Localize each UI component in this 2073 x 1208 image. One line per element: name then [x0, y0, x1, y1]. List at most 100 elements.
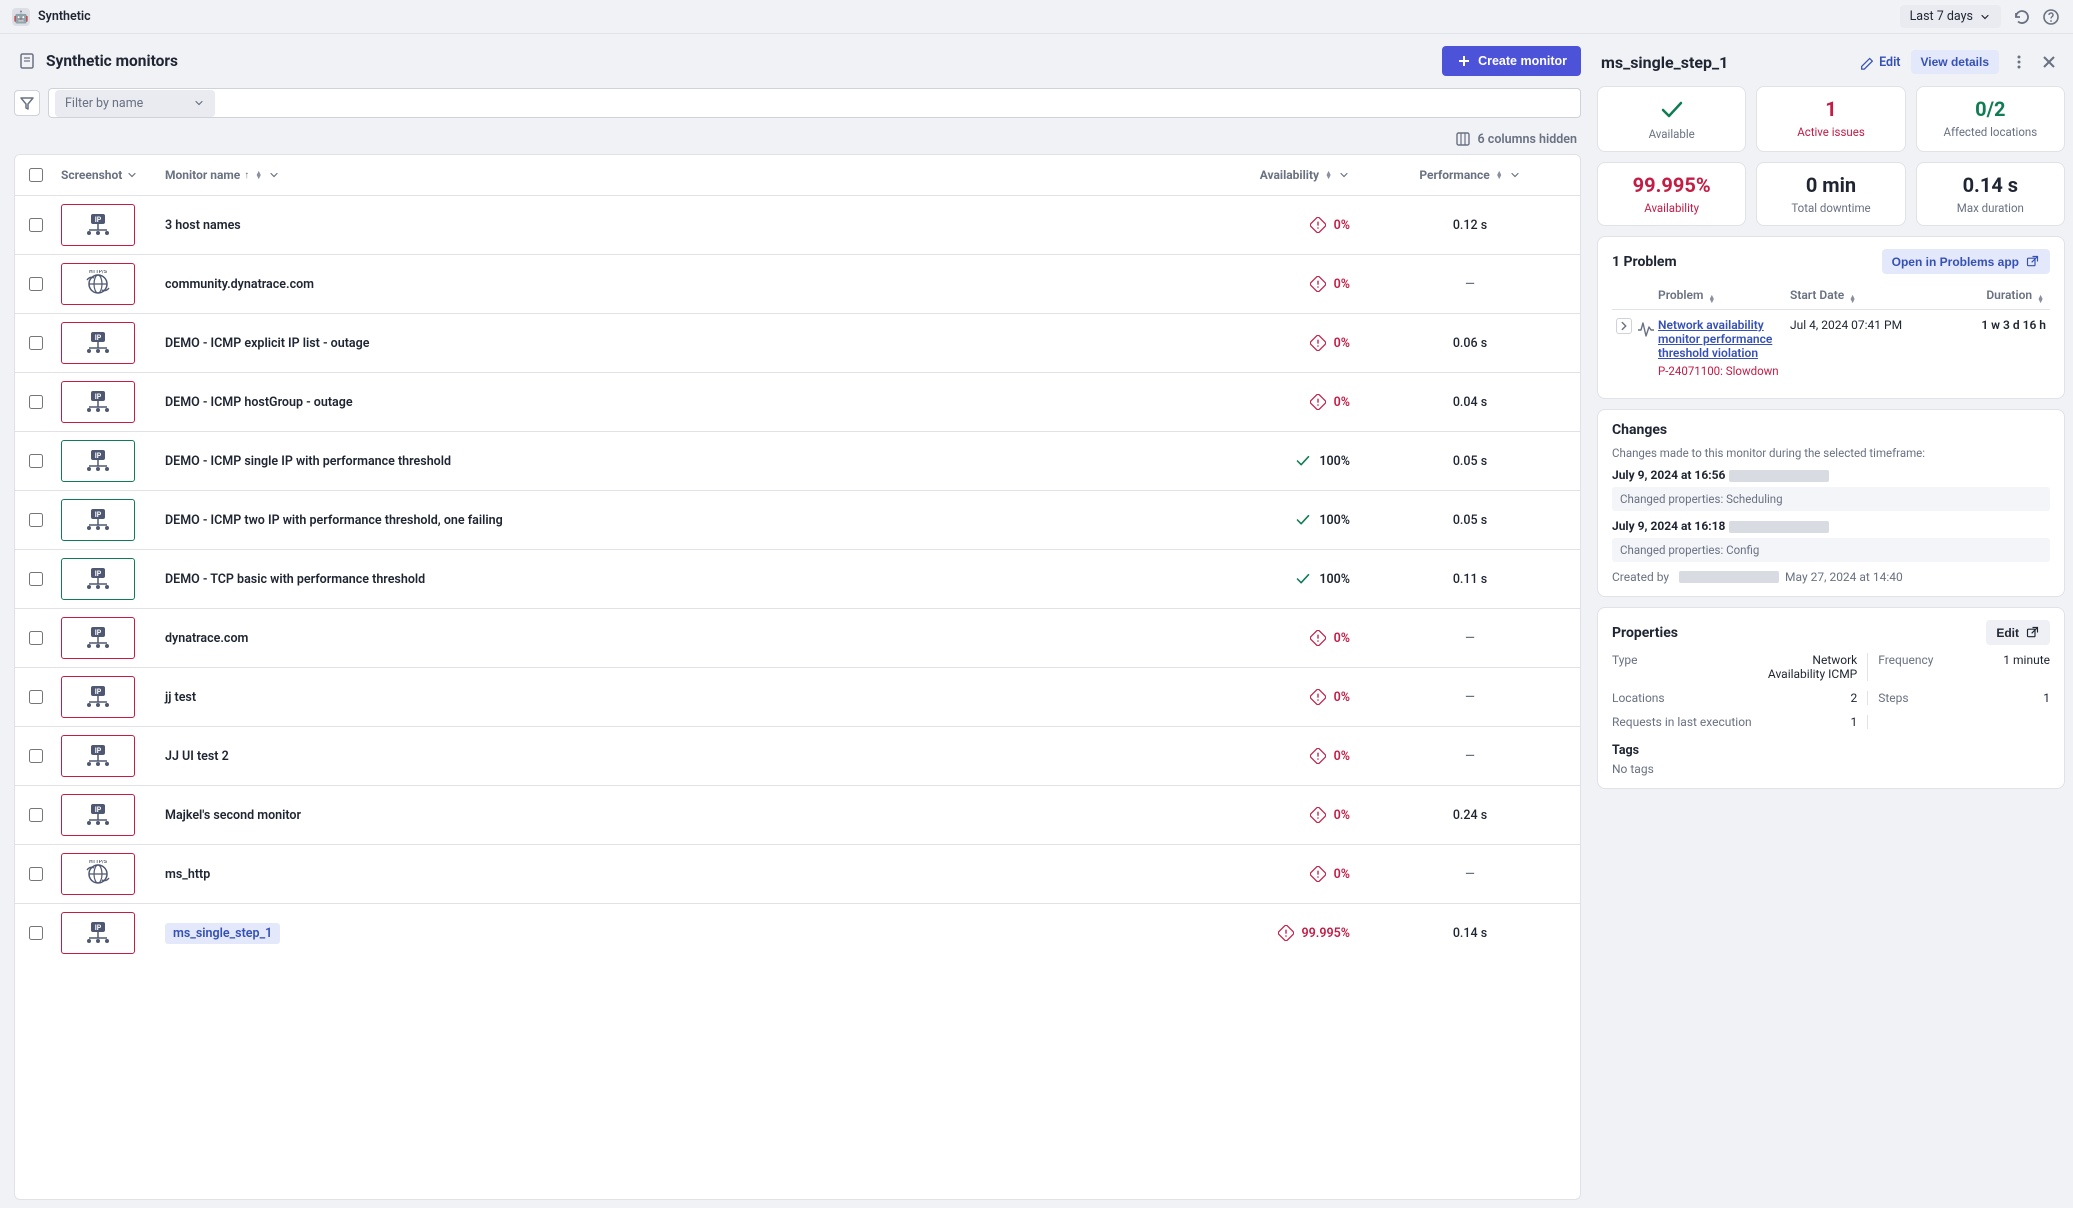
- monitor-name[interactable]: ms_single_step_1: [165, 923, 280, 944]
- time-range-picker[interactable]: Last 7 days: [1900, 5, 2001, 28]
- monitor-name[interactable]: community.dynatrace.com: [165, 277, 314, 292]
- monitor-name[interactable]: DEMO - ICMP hostGroup - outage: [165, 395, 353, 410]
- problem-row[interactable]: Network availability monitor performance…: [1612, 310, 2050, 387]
- row-checkbox[interactable]: [29, 218, 43, 232]
- table-row[interactable]: DEMO - ICMP explicit IP list - outage0%0…: [15, 314, 1580, 373]
- performance-cell: —: [1360, 609, 1580, 668]
- performance-cell: —: [1360, 668, 1580, 727]
- edit-monitor-button[interactable]: Edit: [1859, 54, 1900, 70]
- properties-title: Properties: [1612, 625, 1678, 641]
- row-checkbox[interactable]: [29, 926, 43, 940]
- row-checkbox[interactable]: [29, 395, 43, 409]
- table-row[interactable]: DEMO - ICMP hostGroup - outage0%0.04 s: [15, 373, 1580, 432]
- help-button[interactable]: [2041, 7, 2061, 27]
- col-duration[interactable]: Duration ▲▼: [1918, 282, 2050, 310]
- monitors-table: Screenshot Monitor name ↑▲▼ Availability…: [14, 154, 1581, 1200]
- monitor-thumbnail: [61, 617, 135, 659]
- redacted-user: [1679, 571, 1779, 583]
- stats-row-2: 99.995% Availability 0 min Total downtim…: [1597, 162, 2065, 226]
- table-row[interactable]: Majkel's second monitor0%0.24 s: [15, 786, 1580, 845]
- row-checkbox[interactable]: [29, 749, 43, 763]
- detail-header: ms_single_step_1 Edit View details: [1587, 42, 2065, 76]
- row-checkbox[interactable]: [29, 572, 43, 586]
- close-detail-button[interactable]: [2039, 52, 2059, 72]
- filter-by-name-chip[interactable]: Filter by name: [55, 90, 215, 117]
- warning-icon: [1310, 689, 1326, 705]
- monitor-thumbnail: [61, 499, 135, 541]
- check-icon: [1295, 453, 1311, 469]
- row-checkbox[interactable]: [29, 454, 43, 468]
- monitor-name[interactable]: DEMO - ICMP single IP with performance t…: [165, 454, 451, 469]
- performance-cell: 0.05 s: [1360, 491, 1580, 550]
- table-row[interactable]: DEMO - TCP basic with performance thresh…: [15, 550, 1580, 609]
- col-name[interactable]: Monitor name ↑▲▼: [155, 155, 1140, 196]
- availability-cell: 0%: [1150, 689, 1350, 705]
- row-checkbox[interactable]: [29, 336, 43, 350]
- table-row[interactable]: DEMO - ICMP two IP with performance thre…: [15, 491, 1580, 550]
- change-row: July 9, 2024 at 16:56Changed properties:…: [1612, 468, 2050, 511]
- monitor-name[interactable]: ms_http: [165, 867, 210, 882]
- view-details-button[interactable]: View details: [1911, 50, 1999, 74]
- properties-card: Properties Edit TypeNetwork Availability…: [1597, 607, 2065, 789]
- monitor-thumbnail: [61, 794, 135, 836]
- performance-cell: 0.06 s: [1360, 314, 1580, 373]
- table-row[interactable]: DEMO - ICMP single IP with performance t…: [15, 432, 1580, 491]
- more-menu-button[interactable]: [2009, 52, 2029, 72]
- row-checkbox[interactable]: [29, 631, 43, 645]
- performance-cell: 0.14 s: [1360, 904, 1580, 963]
- monitor-name[interactable]: DEMO - ICMP two IP with performance thre…: [165, 513, 503, 528]
- refresh-button[interactable]: [2011, 7, 2031, 27]
- availability-cell: 99.995%: [1150, 925, 1350, 941]
- monitor-thumbnail: [61, 263, 135, 305]
- select-all-checkbox[interactable]: [29, 168, 43, 182]
- problem-start: Jul 4, 2024 07:41 PM: [1786, 310, 1918, 387]
- col-performance[interactable]: Performance▲▼: [1360, 155, 1580, 196]
- monitor-name[interactable]: dynatrace.com: [165, 631, 248, 646]
- col-screenshot[interactable]: Screenshot: [51, 155, 155, 196]
- columns-hidden-button[interactable]: 6 columns hidden: [8, 126, 1587, 154]
- availability-cell: 0%: [1150, 807, 1350, 823]
- monitor-thumbnail: [61, 912, 135, 954]
- warning-icon: [1310, 748, 1326, 764]
- monitor-name[interactable]: jj test: [165, 690, 196, 705]
- table-row[interactable]: 3 host names0%0.12 s: [15, 196, 1580, 255]
- edit-properties-button[interactable]: Edit: [1986, 620, 2050, 645]
- stat-max-duration: 0.14 s Max duration: [1916, 162, 2065, 226]
- col-availability[interactable]: Availability▲▼: [1140, 155, 1360, 196]
- create-monitor-button[interactable]: Create monitor: [1442, 46, 1581, 76]
- table-row[interactable]: dynatrace.com 0% —: [15, 609, 1580, 668]
- table-row[interactable]: ms_http0%—: [15, 845, 1580, 904]
- stat-downtime: 0 min Total downtime: [1756, 162, 1905, 226]
- expand-problem-button[interactable]: [1616, 318, 1632, 334]
- monitor-name[interactable]: Majkel's second monitor: [165, 808, 301, 823]
- table-row[interactable]: jj test 0% —: [15, 668, 1580, 727]
- monitor-thumbnail: [61, 440, 135, 482]
- filter-button[interactable]: [14, 90, 40, 116]
- check-icon: [1295, 571, 1311, 587]
- monitor-name[interactable]: DEMO - ICMP explicit IP list - outage: [165, 336, 369, 351]
- columns-icon: [1454, 130, 1472, 148]
- row-checkbox[interactable]: [29, 277, 43, 291]
- availability-cell: 0%: [1150, 630, 1350, 646]
- monitor-name[interactable]: 3 host names: [165, 218, 241, 233]
- monitor-name[interactable]: DEMO - TCP basic with performance thresh…: [165, 572, 425, 587]
- monitor-thumbnail: [61, 676, 135, 718]
- open-problems-app-button[interactable]: Open in Problems app: [1882, 249, 2050, 274]
- warning-icon: [1310, 807, 1326, 823]
- row-checkbox[interactable]: [29, 867, 43, 881]
- table-row[interactable]: ms_single_step_1 99.995% 0.14 s: [15, 904, 1580, 963]
- stat-availability-pct: 99.995% Availability: [1597, 162, 1746, 226]
- problem-link[interactable]: Network availability monitor performance…: [1658, 318, 1782, 360]
- row-checkbox[interactable]: [29, 808, 43, 822]
- availability-cell: 0%: [1150, 866, 1350, 882]
- monitor-name[interactable]: JJ UI test 2: [165, 749, 229, 764]
- availability-cell: 100%: [1150, 453, 1350, 469]
- filter-input[interactable]: Filter by name: [48, 88, 1581, 118]
- redacted-user: [1729, 470, 1829, 482]
- col-start-date[interactable]: Start Date ▲▼: [1786, 282, 1918, 310]
- table-row[interactable]: JJ UI test 20%—: [15, 727, 1580, 786]
- row-checkbox[interactable]: [29, 513, 43, 527]
- row-checkbox[interactable]: [29, 690, 43, 704]
- col-problem[interactable]: Problem ▲▼: [1654, 282, 1786, 310]
- table-row[interactable]: community.dynatrace.com0%—: [15, 255, 1580, 314]
